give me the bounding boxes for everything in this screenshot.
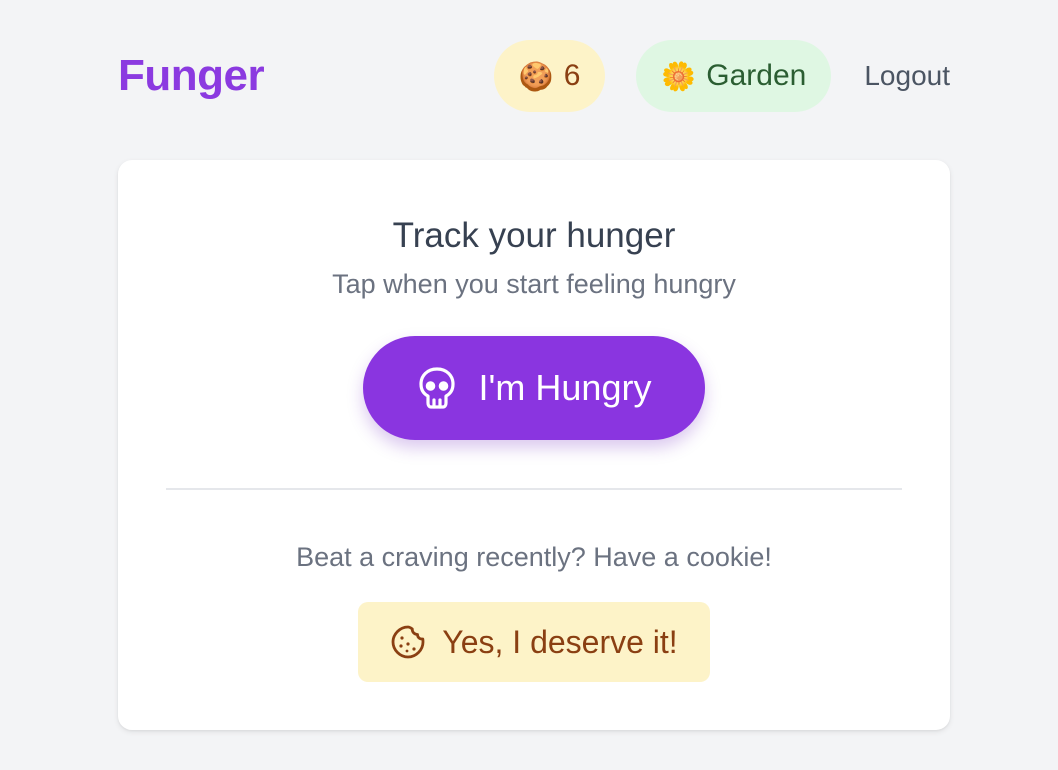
im-hungry-button[interactable]: I'm Hungry [363,336,705,440]
craving-prompt: Beat a craving recently? Have a cookie! [296,542,772,572]
garden-button[interactable]: 🌼 Garden [636,40,832,112]
divider [166,488,902,490]
deserve-cookie-label: Yes, I deserve it! [442,623,678,660]
garden-label: Garden [706,59,807,92]
card-subtitle: Tap when you start feeling hungry [332,269,736,299]
cookie-count: 6 [563,59,581,92]
app-logo[interactable]: Funger [118,51,265,101]
header: Funger 🍪 6 🌼 Garden Logout [118,40,950,112]
deserve-cookie-button[interactable]: Yes, I deserve it! [358,602,710,682]
cookie-count-badge[interactable]: 🍪 6 [493,40,606,112]
hunger-card: Track your hunger Tap when you start fee… [118,160,950,730]
card-title: Track your hunger [392,216,676,255]
cookie-icon: 🍪 [518,60,554,92]
logout-link[interactable]: Logout [864,60,950,92]
im-hungry-label: I'm Hungry [478,367,652,408]
cookie-icon [390,624,426,660]
skull-icon [417,366,457,410]
flower-icon: 🌼 [661,60,697,92]
